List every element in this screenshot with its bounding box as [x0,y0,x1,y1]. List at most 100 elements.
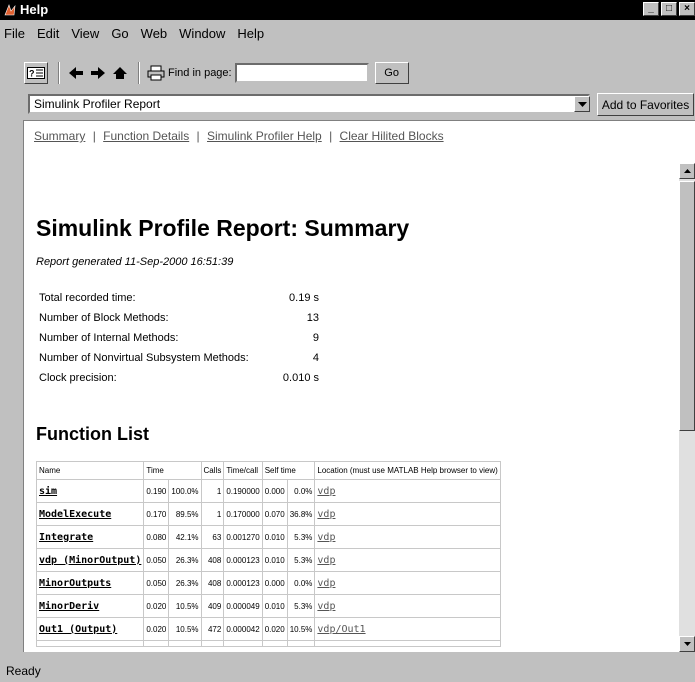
stat-label: Clock precision: [39,372,117,384]
self-time-cell: 0.010 [261,525,288,549]
table-row: ModelExecute 0.170 89.5% 1 0.170000 0.07… [35,502,501,526]
table-row: Integrate 0.080 42.1% 63 0.001270 0.010 … [35,525,501,549]
print-button[interactable] [146,62,166,84]
stat-row: Clock precision: 0.010 s [39,369,319,389]
toolbar-separator [138,62,140,84]
stat-value: 13 [306,312,319,324]
clear-hilited-blocks-link[interactable]: Clear Hilited Blocks [340,129,444,143]
menu-bar: File Edit View Go Web Window Help [0,20,695,46]
time-per-call-cell: 0.001270 [223,525,263,549]
self-time-cell: 0.010 [261,548,288,572]
summary-link[interactable]: Summary [34,129,85,143]
menu-file[interactable]: File [4,26,33,41]
menu-edit[interactable]: Edit [37,26,67,41]
time-percent-cell: 10.5% [168,617,202,641]
location-link[interactable]: vdp [314,525,501,549]
calls-cell: 408 [200,548,225,572]
back-arrow-icon [69,67,83,79]
profiler-help-link[interactable]: Simulink Profiler Help [207,129,322,143]
table-row: MinorDeriv 0.020 10.5% 409 0.000049 0.01… [35,594,501,618]
menu-window[interactable]: Window [179,26,233,41]
nav-separator: | [92,129,96,143]
function-name-link[interactable]: vdp (MinorOutput) [35,548,145,572]
forward-button[interactable] [88,62,108,84]
self-time-percent-cell: 5.3% [286,594,316,618]
home-button[interactable] [110,62,130,84]
self-time-cell: 0.000 [261,571,288,595]
scroll-thumb[interactable] [679,181,695,431]
maximize-button[interactable]: □ [661,2,677,16]
vertical-scrollbar[interactable] [679,163,695,652]
function-list-heading: Function List [36,424,149,444]
find-in-page-input[interactable] [234,63,369,83]
location-link[interactable]: vdp/Out1 [314,617,501,641]
function-name-link[interactable]: ModelExecute [35,502,145,526]
menu-view[interactable]: View [71,26,107,41]
self-time-cell: 0.000 [261,479,288,503]
time-percent-cell: 42.1% [168,525,202,549]
scroll-up-button[interactable] [679,163,695,179]
menu-go[interactable]: Go [111,26,136,41]
column-header-calls: Calls [200,461,225,480]
stat-row: Number of Internal Methods: 9 [39,329,319,349]
scroll-down-button[interactable] [679,636,695,652]
add-to-favorites-button[interactable]: Add to Favorites [597,93,694,116]
page-title-select[interactable]: Simulink Profiler Report [28,94,590,114]
function-name-link[interactable]: Integrate [35,525,145,549]
chevron-down-icon [577,101,587,107]
time-per-call-cell: 0.170000 [223,502,263,526]
column-header-self-time: Self time [261,461,316,480]
menu-help[interactable]: Help [237,26,272,41]
menu-web[interactable]: Web [141,26,176,41]
report-generated-text: Report generated 11-Sep-2000 16:51:39 [36,256,234,268]
calls-cell: 1 [200,479,225,503]
stat-label: Total recorded time: [39,292,136,304]
back-button[interactable] [66,62,86,84]
self-time-cell: 0.070 [261,502,288,526]
time-percent-cell: 26.3% [168,571,202,595]
stat-row: Number of Nonvirtual Subsystem Methods: … [39,349,319,369]
go-button[interactable]: Go [374,62,409,84]
forward-arrow-icon [91,67,105,79]
print-icon [147,65,165,81]
stat-label: Number of Nonvirtual Subsystem Methods: [39,352,249,364]
stat-value: 0.19 s [289,292,319,304]
toolbar-separator [58,62,60,84]
location-link[interactable]: vdp [314,479,501,503]
table-row: sim 0.190 100.0% 1 0.190000 0.000 0.0% v… [35,479,501,503]
time-per-call-cell: 0.000042 [223,617,263,641]
chevron-down-icon [683,642,691,646]
table-row: vdp (MinorOutput) 0.050 26.3% 408 0.0001… [35,548,501,572]
close-button[interactable]: × [679,2,695,16]
location-link[interactable]: vdp [314,571,501,595]
self-time-percent-cell: 0.0% [286,571,316,595]
location-link[interactable]: vdp [314,502,501,526]
help-topics-button[interactable]: ? [24,62,48,84]
title-bar: Help _ □ × [0,0,695,20]
function-name-link[interactable]: sim [35,479,145,503]
time-cell: 0.080 [143,525,170,549]
chevron-up-icon [683,169,691,173]
status-bar: Ready [6,664,41,678]
page-title: Simulink Profile Report: Summary [36,215,410,241]
time-cell: 0.050 [143,548,170,572]
stat-row: Number of Block Methods: 13 [39,309,319,329]
nav-separator: | [196,129,200,143]
location-link[interactable]: vdp [314,548,501,572]
function-details-link[interactable]: Function Details [103,129,189,143]
location-link[interactable]: vdp [314,594,501,618]
function-name-link[interactable]: Out1 (Output) [35,617,145,641]
function-name-link[interactable]: MinorOutputs [35,571,145,595]
stat-value: 9 [312,332,319,344]
time-cell: 0.170 [143,502,170,526]
find-label: Find in page: [168,67,232,79]
function-name-link[interactable]: MinorDeriv [35,594,145,618]
calls-cell: 472 [200,617,225,641]
help-topics-icon: ? [27,67,45,79]
self-time-percent-cell: 36.8% [286,502,316,526]
function-list-table: Name Time Calls Time/call Self time Loca… [35,461,501,647]
stat-row: Total recorded time: 0.19 s [39,289,319,309]
page-select-dropdown-button[interactable] [574,96,590,112]
time-percent-cell: 26.3% [168,548,202,572]
minimize-button[interactable]: _ [643,2,659,16]
